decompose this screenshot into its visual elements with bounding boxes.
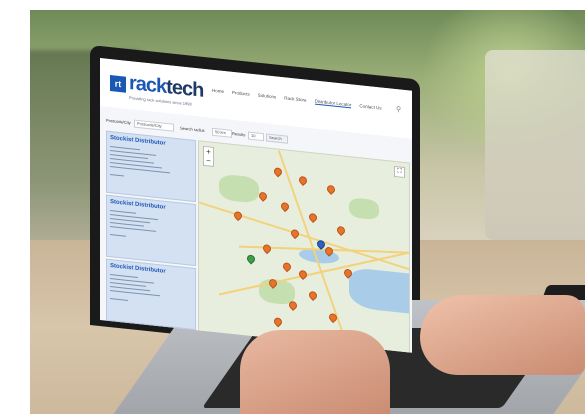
zoom-out-button[interactable]: − (204, 156, 213, 166)
distributor-title: Stockist Distributor (110, 199, 166, 211)
results-label: Results (232, 130, 246, 138)
nav-item-contact-us[interactable]: Contact Us (359, 103, 381, 111)
background-object (485, 50, 585, 240)
nav-item-home[interactable]: Home (212, 88, 224, 95)
distributor-card[interactable]: Stockist Distributor (106, 258, 196, 331)
fullscreen-icon[interactable]: ⛶ (394, 165, 405, 179)
location-pin[interactable] (297, 174, 309, 186)
location-pin[interactable] (297, 268, 309, 280)
location-pin[interactable] (335, 224, 347, 236)
text-line (110, 234, 126, 238)
nav-item-rack-store[interactable]: Rack Store (284, 95, 306, 103)
location-pin-origin[interactable] (245, 253, 257, 265)
photo-background: rt racktech Providing rack solutions sin… (30, 10, 585, 414)
location-pin[interactable] (272, 316, 284, 328)
radius-label: Search radius (180, 125, 205, 134)
map-water (349, 267, 410, 315)
logo-wordmark-part2: tech (166, 75, 204, 102)
location-pin[interactable] (289, 227, 301, 240)
text-line (110, 174, 124, 177)
laptop-screen: rt racktech Providing rack solutions sin… (100, 58, 412, 353)
postcode-label: Postcode/City (106, 117, 131, 126)
location-pin[interactable] (232, 209, 244, 222)
logo-wordmark-part1: rack (129, 72, 167, 98)
search-icon[interactable]: ⚲ (396, 105, 401, 114)
map-park (349, 197, 379, 221)
radius-select[interactable]: 50 km (212, 127, 232, 138)
nav-item-products[interactable]: Products (232, 90, 250, 98)
location-pin[interactable] (307, 289, 319, 302)
location-pin[interactable] (287, 299, 299, 311)
distributor-title: Stockist Distributor (110, 263, 166, 275)
nav-item-solutions[interactable]: Solutions (258, 93, 277, 101)
location-pin[interactable] (272, 166, 284, 178)
location-pin[interactable] (281, 260, 293, 273)
distributor-title: Stockist Distributor (110, 135, 166, 147)
results-select[interactable]: 10 (248, 131, 264, 142)
map-park (219, 173, 259, 204)
distributor-card[interactable]: Stockist Distributor (106, 130, 196, 203)
location-pin[interactable] (307, 211, 319, 224)
nav-item-distributor-locator[interactable]: Distributor Locator (314, 98, 352, 109)
distributor-list: Stockist Distributor Stockist Distributo… (106, 130, 196, 331)
distributor-map[interactable]: + − ⛶ (198, 140, 410, 353)
left-hand (240, 330, 390, 414)
right-hand (420, 295, 585, 375)
main-nav: Home Products Solutions Rack Store Distr… (212, 88, 382, 112)
distributor-card[interactable]: Stockist Distributor (106, 194, 196, 267)
postcode-input[interactable]: Postcode/City (134, 119, 174, 132)
location-pin[interactable] (279, 200, 291, 213)
text-line (110, 298, 128, 302)
zoom-control: + − (203, 145, 214, 167)
map-road (278, 150, 345, 337)
text-line (110, 290, 160, 297)
location-pin[interactable] (325, 183, 337, 195)
text-line (110, 226, 156, 233)
logo-mark[interactable]: rt (110, 75, 126, 93)
location-pin[interactable] (257, 190, 269, 202)
search-button[interactable]: Search (266, 133, 288, 144)
location-pin[interactable] (261, 242, 273, 255)
